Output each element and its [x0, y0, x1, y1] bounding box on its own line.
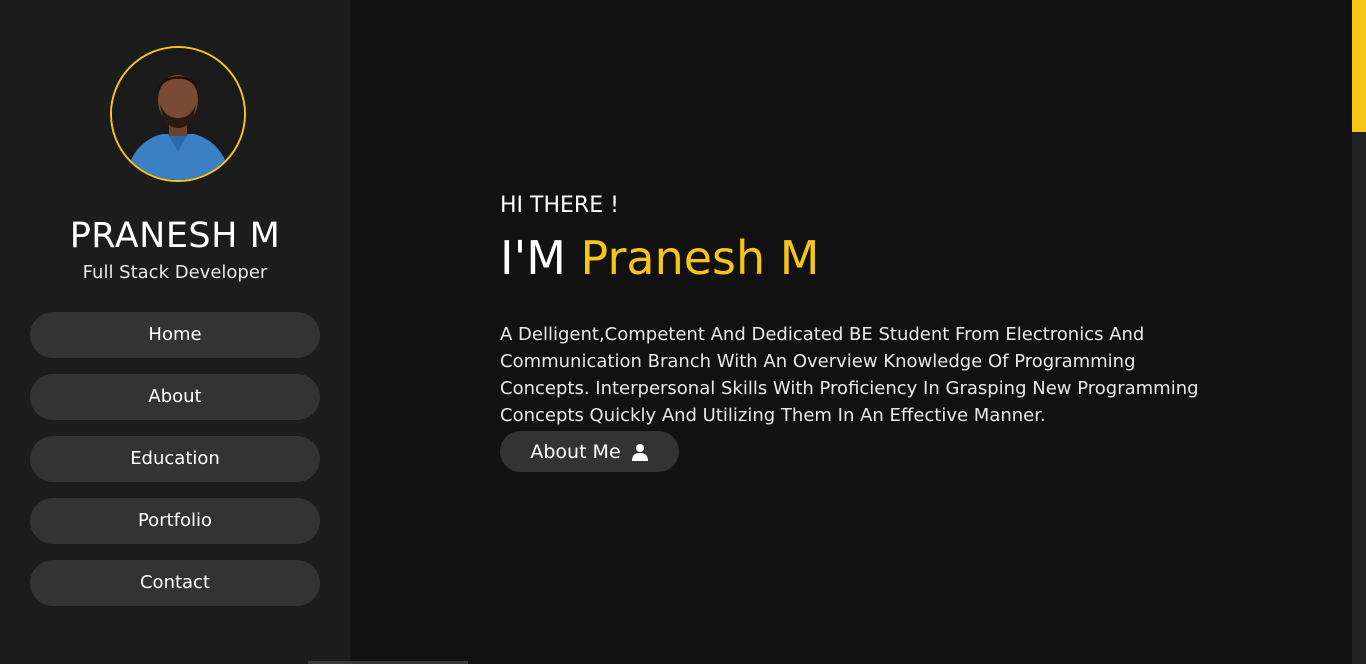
sidebar: PRANESH M Full Stack Developer Home Abou… — [0, 0, 350, 664]
profile-name: PRANESH M — [69, 216, 281, 256]
user-icon — [631, 443, 649, 461]
headline-name: Pranesh M — [580, 231, 820, 285]
nav-item-portfolio[interactable]: Portfolio — [30, 498, 320, 544]
profile-role: Full Stack Developer — [82, 262, 268, 283]
nav-item-education[interactable]: Education — [30, 436, 320, 482]
about-me-label: About Me — [530, 440, 621, 463]
page: PRANESH M Full Stack Developer Home Abou… — [0, 0, 1366, 664]
hero-headline: I'M Pranesh M — [500, 230, 819, 286]
sidebar-nav: Home About Education Portfolio Contact — [30, 312, 320, 622]
scrollbar-thumb[interactable] — [1352, 0, 1366, 132]
nav-item-contact[interactable]: Contact — [30, 560, 320, 606]
vertical-scrollbar[interactable] — [1352, 0, 1366, 664]
about-me-button[interactable]: About Me — [500, 431, 679, 472]
profile-photo — [112, 48, 244, 180]
hero-bio: A Delligent,Competent And Dedicated BE S… — [500, 324, 1199, 426]
nav-item-about[interactable]: About — [30, 374, 320, 420]
headline-prefix: I'M — [500, 231, 566, 285]
nav-item-home[interactable]: Home — [30, 312, 320, 358]
avatar — [110, 46, 246, 182]
hero-greeting: HI THERE ! — [500, 193, 619, 218]
